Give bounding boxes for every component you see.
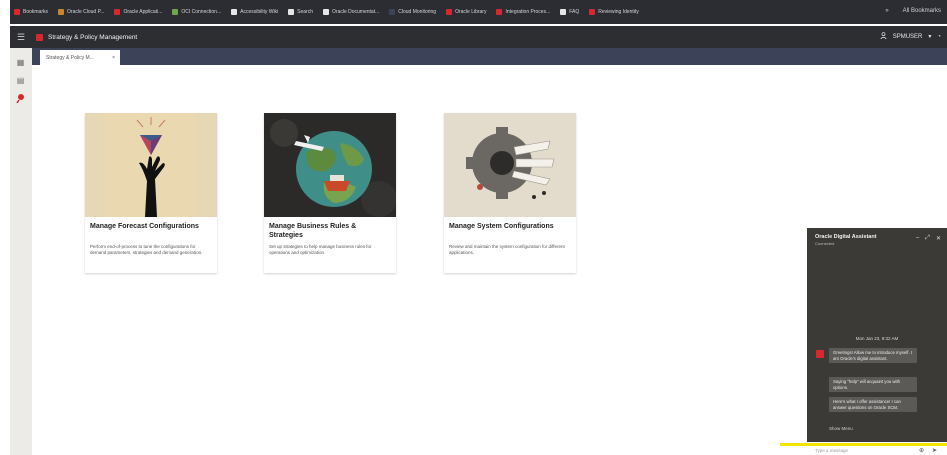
bookmark-icon: [560, 9, 567, 15]
chat-message: Greetings! Allow me to introduce myself.…: [829, 348, 917, 364]
bookmark-label: Cloud Monitoring: [398, 9, 437, 15]
card-description: Perform end-of-process to tune the confi…: [90, 244, 203, 255]
bookmark-item[interactable]: Reviewing Identity: [589, 9, 639, 15]
card-title: Manage Forecast Configurations: [90, 223, 199, 230]
grid-icon[interactable]: ▦: [15, 58, 26, 67]
bookmark-item[interactable]: Cloud Monitoring: [389, 9, 436, 15]
assistant-controls: – ⤢ ✕: [916, 235, 941, 242]
bookmark-item[interactable]: Oracle Cloud P...: [58, 9, 104, 15]
app-title: Strategy & Policy Management: [48, 33, 138, 41]
bookmark-label: Oracle Documentat...: [332, 9, 380, 15]
bookmark-icon: [496, 9, 503, 15]
send-icon[interactable]: ➤: [932, 447, 937, 454]
bookmark-item[interactable]: Oracle Library: [446, 9, 486, 15]
left-rail: ▦ ▤: [10, 48, 32, 455]
digital-assistant-panel: Oracle Digital Assistant Connected – ⤢ ✕…: [807, 228, 947, 442]
chat-message: Saying "help" will acquaint you with opt…: [829, 377, 917, 393]
chat-message: Here's what I offer assistance! I can an…: [829, 397, 917, 413]
chevron-right-icon[interactable]: »: [885, 8, 888, 14]
card-title: Manage Business Rules & Strategies: [269, 223, 357, 239]
bookmark-label: Oracle Library: [455, 9, 487, 15]
message-timestamp: Mon Jan 23, 9:32 AM: [855, 336, 899, 341]
bookmark-label: Accessibility Wiki: [240, 9, 279, 15]
show-menu-link[interactable]: Show Menu: [829, 426, 853, 431]
bookmark-icon: [323, 9, 330, 15]
help-icon[interactable]: ◔: [937, 34, 941, 40]
expand-icon[interactable]: ⤢: [925, 235, 930, 242]
bookmark-label: Bookmarks: [23, 9, 49, 15]
user-menu[interactable]: SPMUSER ▾ ◔: [880, 32, 941, 41]
bookmark-label: OCI Connection...: [181, 9, 222, 15]
assistant-input[interactable]: Type a message ⊕ ➤: [780, 443, 947, 455]
assistant-title: Oracle Digital Assistant: [815, 234, 877, 240]
user-icon: [880, 32, 887, 41]
bookmark-item[interactable]: Accessibility Wiki: [231, 9, 278, 15]
bookmark-label: Reviewing Identity: [598, 9, 639, 15]
bookmark-icon: [288, 9, 295, 15]
system-config-illustration: [444, 113, 576, 217]
card-description: Review and maintain the system configura…: [449, 244, 565, 255]
bookmark-label: Search: [297, 9, 314, 15]
attach-icon[interactable]: ⊕: [919, 447, 924, 454]
forecast-illustration: [85, 113, 217, 217]
bookmarks-bar: Bookmarks Oracle Cloud P... Oracle Appli…: [10, 0, 947, 24]
card-description: Set up strategies to help manage busines…: [269, 244, 372, 255]
bookmark-icon: [231, 9, 238, 15]
bookmark-item[interactable]: FAQ: [560, 9, 579, 15]
bookmark-icon: [14, 9, 20, 15]
app-window: Bookmarks Oracle Cloud P... Oracle Appli…: [0, 0, 947, 455]
card-manage-business-rules[interactable]: Manage Business Rules & Strategies Set u…: [264, 113, 396, 273]
pin-icon[interactable]: [15, 93, 26, 104]
tab-label: Strategy & Policy M...: [46, 54, 94, 61]
clipboard-icon[interactable]: ▤: [15, 76, 26, 85]
close-icon[interactable]: ×: [112, 55, 115, 61]
input-actions: ⊕ ➤: [919, 447, 937, 454]
bookmark-item[interactable]: Bookmarks: [14, 9, 48, 15]
bookmark-item[interactable]: Oracle Documentat...: [323, 9, 379, 15]
card-manage-forecast[interactable]: Manage Forecast Configurations Perform e…: [85, 113, 217, 273]
tab-strategy-policy[interactable]: Strategy & Policy M... ×: [40, 50, 120, 65]
oracle-logo-icon: [36, 33, 43, 41]
bookmark-icon: [446, 9, 453, 15]
bookmark-label: FAQ: [569, 9, 580, 15]
input-placeholder: Type a message: [815, 448, 849, 453]
username-label: SPMUSER: [892, 33, 923, 40]
bookmark-item[interactable]: Search: [288, 9, 313, 15]
bookmark-item[interactable]: OCI Connection...: [172, 9, 221, 15]
bookmark-label: Integration Proces...: [505, 9, 551, 15]
bookmark-label: Oracle Cloud P...: [67, 9, 105, 15]
card-manage-system-config[interactable]: Manage System Configurations Review and …: [444, 113, 576, 273]
bookmark-icon: [58, 9, 65, 15]
close-icon[interactable]: ✕: [936, 235, 941, 242]
app-header: ☰ Strategy & Policy Management SPMUSER ▾…: [10, 26, 947, 48]
focus-highlight: [780, 443, 947, 446]
bookmark-item[interactable]: Integration Proces...: [496, 9, 550, 15]
bookmark-icon: [172, 9, 179, 15]
assistant-avatar: [816, 350, 824, 358]
bookmark-label: Oracle Applicati...: [123, 9, 163, 15]
bookmarks-right: » All Bookmarks: [885, 8, 941, 14]
business-rules-illustration: [264, 113, 396, 217]
bookmark-icon: [389, 9, 396, 15]
bookmark-item[interactable]: Oracle Applicati...: [114, 9, 162, 15]
minimize-icon[interactable]: –: [916, 235, 919, 242]
chevron-down-icon: ▾: [928, 34, 932, 40]
bookmark-icon: [589, 9, 596, 15]
menu-icon[interactable]: ☰: [10, 32, 32, 43]
assistant-status: Connected: [815, 241, 835, 246]
card-title: Manage System Configurations: [449, 223, 554, 230]
all-bookmarks-link[interactable]: All Bookmarks: [903, 8, 941, 14]
tabs-bar: Strategy & Policy M... ×: [32, 48, 947, 65]
bookmark-icon: [114, 9, 121, 15]
